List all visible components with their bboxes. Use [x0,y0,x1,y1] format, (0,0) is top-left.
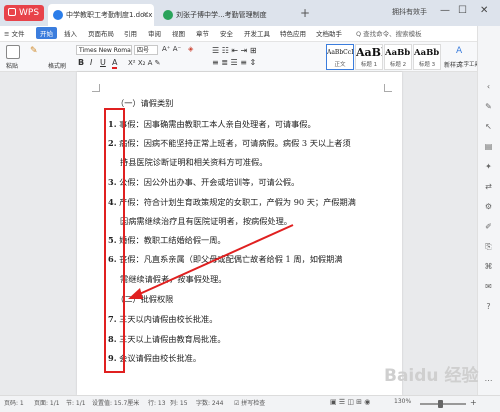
zoom-in-icon[interactable]: + [470,398,477,407]
chevron-icon[interactable]: ‹ [483,82,494,91]
share-icon[interactable]: ⇄ [483,182,494,191]
settings-icon[interactable]: ⚙ [483,202,494,211]
attachment-icon[interactable]: ⎘ [483,242,494,251]
help-icon[interactable]: ? [483,302,494,311]
select-icon[interactable]: ↖ [483,122,494,131]
format-icon[interactable]: ▤ [483,142,494,151]
baidu-jingyan-watermark: Baidu 经验 [384,366,479,386]
style-icon[interactable]: ✎ [483,102,494,111]
annotation-arrow [128,224,294,299]
zoom-slider-handle[interactable] [438,400,443,408]
zoom-slider-track[interactable] [420,403,466,405]
status-row[interactable]: 行: 13 [148,398,166,407]
status-pages[interactable]: 页面: 1/1 [34,398,60,407]
status-word-count[interactable]: 字数: 244 [196,398,223,407]
status-position[interactable]: 设置值: 15.7厘米 [92,398,139,407]
edit-icon[interactable]: ✐ [483,222,494,231]
comment-icon[interactable]: ✉ [483,282,494,291]
more-icon[interactable]: ⋯ [483,376,494,385]
translate-icon[interactable]: ⌘ [483,262,494,271]
status-column[interactable]: 列: 15 [170,398,188,407]
zoom-level[interactable]: 130% [394,398,411,405]
view-mode-icons[interactable]: ▣ ☰ ◫ ⊞ ◉ [330,398,370,406]
spell-check-toggle[interactable]: ☑ 拼写检查 [234,398,265,407]
magic-icon[interactable]: ✦ [483,162,494,171]
status-section[interactable]: 节: 1/1 [66,398,86,407]
status-page[interactable]: 页码: 1 [4,398,24,407]
